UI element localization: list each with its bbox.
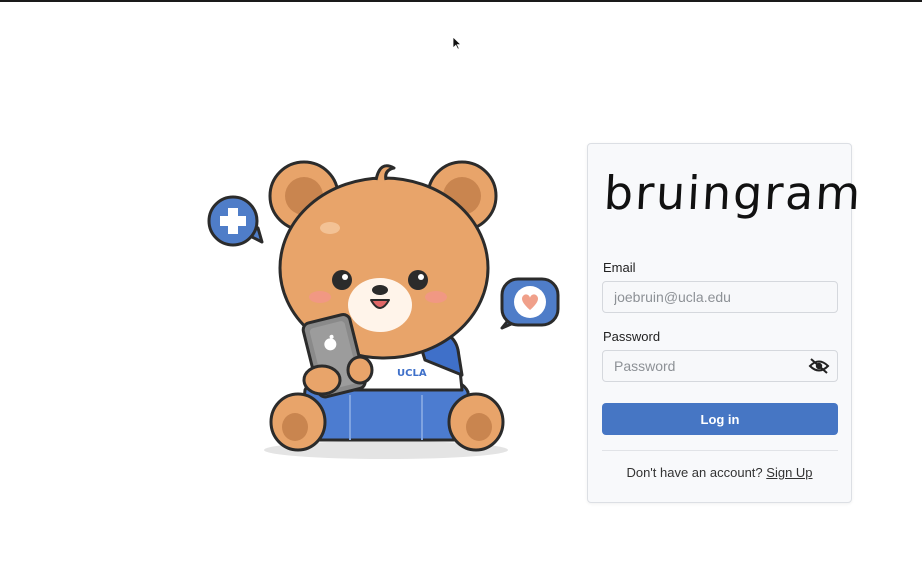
app-logo: bruingram bbox=[602, 166, 864, 220]
signup-prompt: Don't have an account? bbox=[626, 465, 763, 480]
heart-bubble-icon bbox=[500, 277, 560, 330]
bear-mascot-illustration: UCLA bbox=[207, 160, 560, 459]
login-button[interactable]: Log in bbox=[602, 403, 838, 435]
plus-bubble-icon bbox=[207, 195, 264, 247]
password-label: Password bbox=[603, 329, 661, 344]
email-label: Email bbox=[603, 260, 636, 275]
window-top-border bbox=[0, 0, 922, 2]
email-field[interactable] bbox=[602, 281, 838, 313]
password-field[interactable] bbox=[602, 350, 838, 382]
eye-slash-icon[interactable] bbox=[808, 357, 830, 375]
signup-row: Don't have an account? Sign Up bbox=[588, 465, 851, 480]
signup-link[interactable]: Sign Up bbox=[766, 465, 812, 480]
card-divider bbox=[602, 450, 838, 451]
ucla-badge-text: UCLA bbox=[397, 368, 427, 379]
mouse-pointer-icon bbox=[452, 36, 462, 50]
login-card: bruingram Email Password Log in Don't ha… bbox=[587, 143, 864, 503]
